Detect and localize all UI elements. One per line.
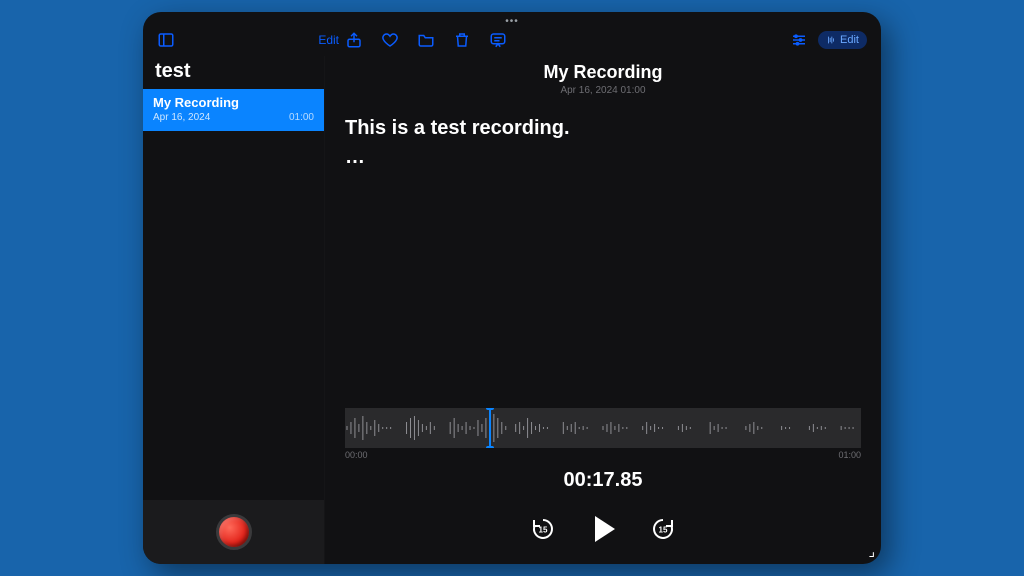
share-icon[interactable] bbox=[345, 31, 363, 49]
toolbar: Edit Edit bbox=[143, 28, 881, 52]
waveform-start-time: 00:00 bbox=[345, 450, 368, 460]
waveform-playhead[interactable] bbox=[489, 408, 491, 448]
detail-pane: My Recording Apr 16, 2024 01:00 This is … bbox=[325, 56, 881, 564]
window-handle-dots: ••• bbox=[505, 16, 519, 27]
recording-item-length: 01:00 bbox=[289, 112, 314, 123]
recording-subtitle: Apr 16, 2024 01:00 bbox=[345, 85, 861, 96]
skip-back-label: 15 bbox=[539, 526, 548, 535]
favorite-heart-icon[interactable] bbox=[381, 31, 399, 49]
transcript-text: This is a test recording. bbox=[345, 114, 861, 142]
record-button-area bbox=[143, 500, 324, 564]
recording-item-title: My Recording bbox=[153, 95, 314, 110]
waveform-track[interactable] bbox=[345, 408, 861, 448]
waveform-time-labels: 00:00 01:00 bbox=[345, 450, 861, 460]
recording-list-item[interactable]: My Recording Apr 16, 2024 01:00 bbox=[143, 89, 324, 131]
waveform-icon bbox=[345, 408, 861, 448]
options-icon[interactable] bbox=[790, 31, 808, 49]
sidebar-toggle-icon[interactable] bbox=[157, 31, 175, 49]
playback-controls: 15 15 bbox=[325, 516, 881, 542]
resize-corner-icon[interactable]: ⌟ bbox=[868, 543, 875, 560]
sidebar: test My Recording Apr 16, 2024 01:00 bbox=[143, 56, 325, 564]
waveform-area: 00:00 01:00 bbox=[345, 408, 861, 452]
play-button[interactable] bbox=[595, 516, 615, 542]
skip-forward-button[interactable]: 15 bbox=[651, 517, 675, 541]
sidebar-title: test bbox=[143, 56, 324, 89]
recording-title: My Recording bbox=[345, 62, 861, 83]
edit-button-left[interactable]: Edit bbox=[318, 33, 339, 47]
transcript-bubble-icon[interactable] bbox=[489, 31, 507, 49]
transcript-ellipsis: … bbox=[345, 146, 861, 169]
record-button[interactable] bbox=[216, 514, 252, 550]
skip-forward-label: 15 bbox=[659, 526, 668, 535]
edit-button-right[interactable]: Edit bbox=[818, 31, 867, 49]
content-area: test My Recording Apr 16, 2024 01:00 My … bbox=[143, 56, 881, 564]
waveform-end-time: 01:00 bbox=[838, 450, 861, 460]
trash-icon[interactable] bbox=[453, 31, 471, 49]
folder-icon[interactable] bbox=[417, 31, 435, 49]
current-time: 00:17.85 bbox=[325, 469, 881, 492]
app-window: ••• Edit bbox=[143, 12, 881, 564]
edit-button-right-label: Edit bbox=[840, 34, 859, 46]
skip-back-button[interactable]: 15 bbox=[531, 517, 555, 541]
